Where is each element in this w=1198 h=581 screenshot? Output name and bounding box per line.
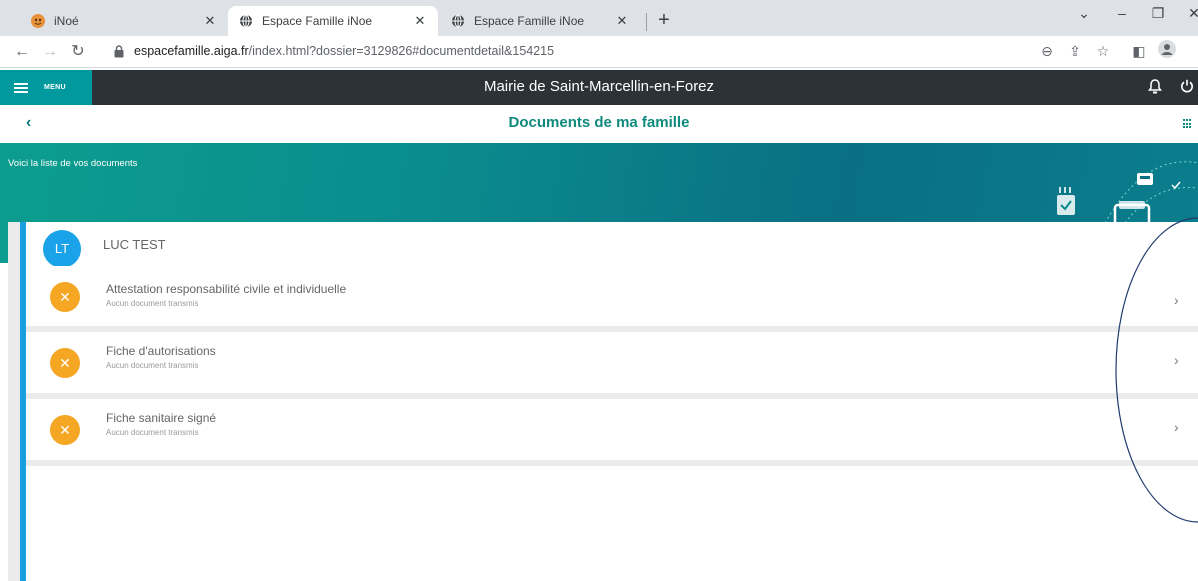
browser-toolbar: ← → ↻ espacefamille.aiga.fr/index.html?d… [0, 36, 1198, 68]
tab-title: Espace Famille iNoe [262, 14, 373, 28]
annotation-ellipse [1115, 217, 1198, 523]
missing-document-x-icon: ✕ [50, 282, 80, 312]
document-title: Fiche sanitaire signé [106, 411, 217, 425]
tab-separator [646, 13, 647, 31]
tab-search-icon[interactable]: ⌄ [1072, 5, 1096, 22]
family-member-header: LT LUC TEST [26, 222, 1198, 268]
browser-tab-inoe[interactable]: iNoé ✕ [20, 6, 228, 36]
minimize-icon[interactable]: – [1110, 5, 1134, 21]
missing-document-x-icon: ✕ [50, 348, 80, 378]
page-title: Documents de ma famille [508, 114, 690, 131]
address-bar[interactable]: espacefamille.aiga.fr/index.html?dossier… [104, 39, 1164, 65]
app-title: Mairie de Saint-Marcellin-en-Forez [483, 78, 715, 95]
url-path: /index.html?dossier=3129826#documentdeta… [248, 44, 555, 58]
document-title: Attestation responsabilité civile et ind… [106, 282, 347, 296]
close-tab-icon[interactable]: ✕ [202, 13, 218, 29]
missing-document-x-icon: ✕ [50, 415, 80, 445]
globe-icon [450, 13, 466, 29]
power-logout-icon[interactable] [1180, 79, 1194, 97]
document-item-fiche-sanitaire[interactable]: ✕ Fiche sanitaire signé Aucun document t… [26, 399, 1198, 466]
tab-title: iNoé [54, 14, 79, 28]
zoom-icon[interactable]: ⊖ [1036, 40, 1058, 62]
url-text: espacefamille.aiga.fr/index.html?dossier… [134, 44, 554, 58]
apps-grid-icon[interactable] [1183, 119, 1193, 129]
document-status: Aucun document transmis [106, 361, 199, 370]
family-member-card: LT LUC TEST ✕ Attestation responsabilité… [26, 222, 1198, 581]
documents-card-container: LT LUC TEST ✕ Attestation responsabilité… [8, 222, 1198, 581]
new-tab-icon[interactable]: + [652, 9, 676, 33]
document-title: Fiche d'autorisations [106, 344, 216, 358]
document-status: Aucun document transmis [106, 299, 199, 308]
tab-title: Espace Famille iNoe [474, 14, 585, 28]
document-status: Aucun document transmis [106, 428, 199, 437]
browser-tab-espace-famille[interactable]: Espace Famille iNoe ✕ [440, 6, 640, 36]
url-domain: espacefamille.aiga.fr [134, 44, 249, 58]
close-tab-icon[interactable]: ✕ [412, 13, 428, 29]
documents-illustration-icon [1057, 161, 1198, 223]
banner-text: Voici la liste de vos documents [8, 158, 138, 169]
app-header: MENU Mairie de Saint-Marcellin-en-Forez [0, 70, 1198, 105]
close-window-icon[interactable]: ✕ [1182, 5, 1198, 22]
share-icon[interactable]: ⇪ [1064, 40, 1086, 62]
side-panel-icon[interactable]: ◧ [1128, 40, 1150, 62]
notification-bell-icon[interactable] [1148, 79, 1162, 99]
restore-icon[interactable]: ❐ [1146, 5, 1170, 22]
reload-icon[interactable]: ↻ [66, 40, 90, 64]
inoe-favicon-icon [30, 13, 46, 29]
back-arrow-icon[interactable]: ← [10, 40, 34, 64]
profile-icon[interactable] [1156, 40, 1178, 62]
browser-tab-strip: iNoé ✕ Espace Famille iNoe ✕ Espace Fami… [0, 0, 1198, 36]
avatar: LT [43, 230, 81, 268]
bookmark-star-icon[interactable]: ☆ [1092, 40, 1114, 62]
browser-tab-espace-famille-active[interactable]: Espace Famille iNoe ✕ [228, 6, 438, 36]
document-item-autorisations[interactable]: ✕ Fiche d'autorisations Aucun document t… [26, 332, 1198, 399]
globe-icon [238, 13, 254, 29]
close-tab-icon[interactable]: ✕ [614, 13, 630, 29]
lock-icon [114, 45, 126, 59]
document-item-attestation[interactable]: ✕ Attestation responsabilité civile et i… [26, 266, 1198, 332]
page-subheader: ‹ Documents de ma famille [0, 105, 1198, 143]
forward-arrow-icon[interactable]: → [38, 40, 62, 64]
family-member-name: LUC TEST [103, 237, 166, 252]
